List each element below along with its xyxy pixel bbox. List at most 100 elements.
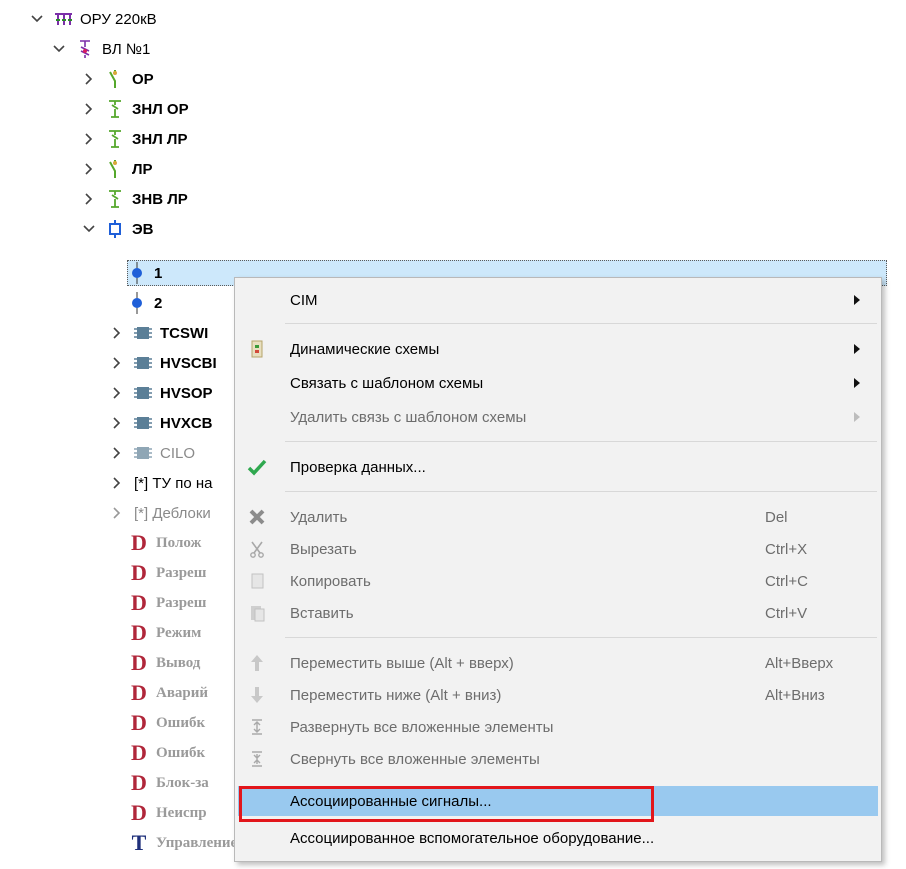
menu-item-label: Удалить связь с шаблоном схемы: [290, 408, 527, 426]
menu-item-label: Свернуть все вложенные элементы: [290, 750, 540, 768]
tree-node-label: CILO: [160, 444, 196, 462]
chevron-down-icon[interactable]: [82, 222, 96, 236]
paste-icon: [245, 601, 269, 625]
menu-item-copy[interactable]: Копировать Ctrl+C: [235, 566, 881, 596]
tree-node-discrete[interactable]: D Полож: [120, 530, 201, 555]
tree-node-line[interactable]: ВЛ №1: [52, 37, 150, 61]
tree-node-group[interactable]: [*] Деблоки: [110, 501, 211, 525]
menu-item-label: Копировать: [290, 572, 371, 590]
tree-node-device[interactable]: TCSWI: [110, 321, 208, 345]
chevron-right-icon[interactable]: [110, 446, 124, 460]
discrete-signal-icon: D: [131, 620, 147, 645]
discrete-signal-icon: D: [131, 740, 147, 765]
chevron-right-icon[interactable]: [82, 162, 96, 176]
earthing-switch-icon: [106, 99, 124, 119]
menu-item-label: Переместить ниже (Alt + вниз): [290, 686, 502, 704]
menu-item-label: Вставить: [290, 604, 354, 622]
menu-separator: [285, 637, 877, 638]
chevron-right-icon[interactable]: [110, 326, 124, 340]
tree-node-device[interactable]: CILO: [110, 441, 195, 465]
chevron-down-icon[interactable]: [52, 42, 66, 56]
chevron-right-icon[interactable]: [82, 102, 96, 116]
menu-item-dynamic-schemes[interactable]: Динамические схемы: [235, 334, 881, 364]
switchgear-icon: [54, 9, 72, 29]
menu-item-link-template[interactable]: Связать с шаблоном схемы: [235, 368, 881, 398]
tree-node-znv-lr[interactable]: ЗНВ ЛР: [82, 187, 188, 211]
tree-node-label: ВЛ №1: [102, 40, 151, 58]
menu-item-label: Переместить выше (Alt + вверх): [290, 654, 514, 672]
chevron-right-icon[interactable]: [110, 476, 124, 490]
submenu-arrow-icon: [854, 378, 860, 388]
menu-item-label: Ассоциированное вспомогательное оборудов…: [290, 829, 655, 847]
menu-item-cim[interactable]: CIM: [235, 285, 881, 315]
tree-node-or[interactable]: ОР: [82, 67, 154, 91]
earthing-switch-icon: [106, 129, 124, 149]
copy-icon: [245, 569, 269, 593]
discrete-signal-icon: D: [131, 590, 147, 615]
tree-node-label: HVSCBI: [160, 354, 217, 372]
tree-node-label: Неиспр: [156, 804, 207, 821]
chip-icon: [134, 413, 152, 433]
tree-node-control[interactable]: T Управление: [120, 830, 238, 855]
menu-item-move-up[interactable]: Переместить выше (Alt + вверх) Alt+Вверх: [235, 648, 881, 678]
menu-item-move-down[interactable]: Переместить ниже (Alt + вниз) Alt+Вниз: [235, 680, 881, 710]
disconnector-icon: [106, 69, 124, 89]
chevron-right-icon[interactable]: [82, 72, 96, 86]
chevron-right-icon[interactable]: [110, 416, 124, 430]
chevron-right-icon[interactable]: [110, 386, 124, 400]
chevron-right-icon[interactable]: [110, 356, 124, 370]
scissors-icon: [245, 537, 269, 561]
tree-node-ev[interactable]: ЭВ: [82, 217, 154, 241]
terminal-icon: [128, 292, 146, 314]
chip-icon: [134, 383, 152, 403]
tree-node-label: TCSWI: [160, 324, 209, 342]
chevron-down-icon[interactable]: [30, 12, 44, 26]
tree-node-znl-lr[interactable]: ЗНЛ ЛР: [82, 127, 187, 151]
tree-node-label: ОР: [132, 70, 154, 88]
tree-node-label: HVSOP: [160, 384, 213, 402]
chevron-right-icon[interactable]: [82, 132, 96, 146]
tree-node-label: ЭВ: [132, 220, 154, 238]
context-menu: CIM Динамические схемы Связать с шаблоно…: [234, 277, 882, 862]
tree-node-discrete[interactable]: D Неиспр: [120, 800, 207, 825]
tree-node-device[interactable]: HVSOP: [110, 381, 213, 405]
menu-item-expand-all[interactable]: Развернуть все вложенные элементы: [235, 712, 881, 742]
menu-item-check-data[interactable]: Проверка данных...: [235, 452, 881, 482]
tree-node-discrete[interactable]: D Блок-за: [120, 770, 209, 795]
menu-item-label: Динамические схемы: [290, 340, 440, 358]
menu-shortcut: Ctrl+C: [765, 572, 808, 590]
tree-node-ev-2[interactable]: 2: [118, 291, 162, 315]
discrete-signal-icon: D: [131, 770, 147, 795]
tree-node-discrete[interactable]: D Ошибк: [120, 740, 206, 765]
chip-icon: [134, 353, 152, 373]
chevron-right-icon[interactable]: [82, 192, 96, 206]
tree-node-discrete[interactable]: D Разреш: [120, 590, 206, 615]
tree-node-device[interactable]: HVXCB: [110, 411, 213, 435]
tree-node-znl-or[interactable]: ЗНЛ ОР: [82, 97, 189, 121]
tree-node-lr[interactable]: ЛР: [82, 157, 153, 181]
menu-item-delete[interactable]: Удалить Del: [235, 502, 881, 532]
tree-node-discrete[interactable]: D Режим: [120, 620, 201, 645]
menu-item-associated-equipment[interactable]: Ассоциированное вспомогательное оборудов…: [235, 823, 881, 853]
tree-node-label: Ошибк: [156, 744, 206, 761]
expand-all-icon: [245, 715, 269, 739]
tree-node-discrete[interactable]: D Разреш: [120, 560, 206, 585]
menu-item-collapse-all[interactable]: Свернуть все вложенные элементы: [235, 744, 881, 774]
tree-node-device[interactable]: HVSCBI: [110, 351, 217, 375]
tree-node-group[interactable]: [*] ТУ по на: [110, 471, 212, 495]
tree-node-discrete[interactable]: D Вывод: [120, 650, 200, 675]
menu-item-label: Связать с шаблоном схемы: [290, 374, 484, 392]
tree-node-discrete[interactable]: D Аварий: [120, 680, 208, 705]
tree-node-root[interactable]: ОРУ 220кВ: [30, 7, 157, 31]
discrete-signal-icon: D: [131, 680, 147, 705]
menu-separator: [285, 441, 877, 442]
menu-item-unlink-template[interactable]: Удалить связь с шаблоном схемы: [235, 402, 881, 432]
delete-x-icon: [245, 505, 269, 529]
menu-item-cut[interactable]: Вырезать Ctrl+X: [235, 534, 881, 564]
tree-node-discrete[interactable]: D Ошибк: [120, 710, 205, 735]
chevron-right-icon[interactable]: [110, 506, 124, 520]
tree-node-ev-1[interactable]: 1: [118, 261, 162, 285]
submenu-arrow-icon: [854, 295, 860, 305]
menu-item-paste[interactable]: Вставить Ctrl+V: [235, 598, 881, 628]
menu-shortcut: Ctrl+V: [765, 604, 808, 622]
